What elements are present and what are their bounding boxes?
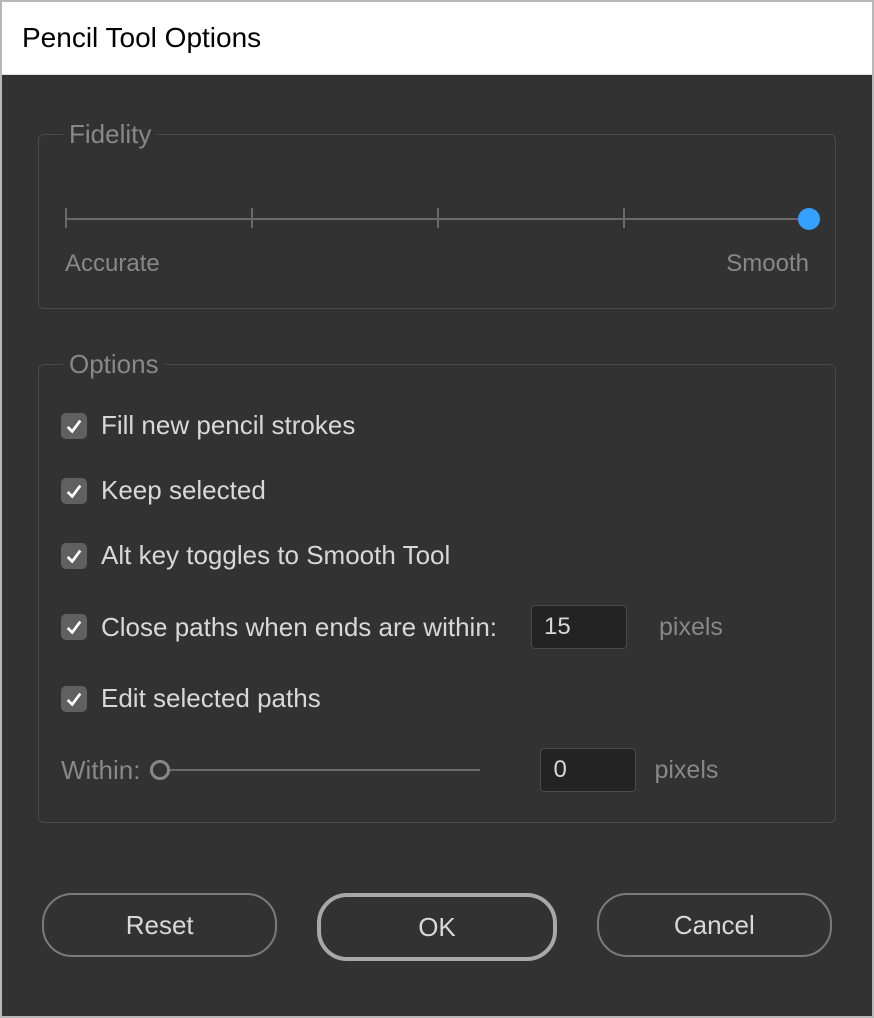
label-within: Within: — [61, 755, 140, 786]
cancel-button-label: Cancel — [674, 910, 755, 941]
check-icon — [65, 547, 83, 565]
checkbox-close-paths[interactable] — [61, 614, 87, 640]
label-edit-selected: Edit selected paths — [101, 683, 321, 714]
fidelity-group: Fidelity Accurate Smooth — [38, 119, 836, 309]
cancel-button[interactable]: Cancel — [597, 893, 832, 957]
fidelity-tick — [251, 208, 253, 228]
label-fill-strokes: Fill new pencil strokes — [101, 410, 355, 441]
ok-button[interactable]: OK — [317, 893, 556, 961]
input-within-value[interactable]: 0 — [540, 748, 636, 792]
checkbox-keep-selected[interactable] — [61, 478, 87, 504]
within-thumb[interactable] — [150, 760, 170, 780]
fidelity-legend: Fidelity — [63, 119, 157, 150]
check-icon — [65, 618, 83, 636]
check-icon — [65, 482, 83, 500]
dialog-body: Fidelity Accurate Smooth Options — [2, 75, 872, 1016]
label-keep-selected: Keep selected — [101, 475, 266, 506]
options-group: Options Fill new pencil strokes Keep sel… — [38, 349, 836, 823]
fidelity-tick — [65, 208, 67, 228]
within-slider[interactable] — [150, 760, 480, 780]
pencil-tool-options-dialog: Pencil Tool Options Fidelity Accurate Sm… — [0, 0, 874, 1018]
label-alt-smooth: Alt key toggles to Smooth Tool — [101, 540, 450, 571]
within-track-line — [160, 769, 480, 771]
unit-close-paths: pixels — [659, 613, 723, 642]
within-value-text: 0 — [553, 756, 566, 784]
fidelity-thumb[interactable] — [798, 208, 820, 230]
label-close-paths: Close paths when ends are within: — [101, 612, 497, 643]
ok-button-label: OK — [418, 912, 456, 943]
checkbox-fill-strokes[interactable] — [61, 413, 87, 439]
checkbox-alt-smooth[interactable] — [61, 543, 87, 569]
fidelity-tick — [623, 208, 625, 228]
dialog-titlebar: Pencil Tool Options — [2, 2, 872, 75]
fidelity-slider[interactable] — [65, 200, 809, 240]
close-paths-value-text: 15 — [544, 613, 571, 641]
checkbox-edit-selected[interactable] — [61, 686, 87, 712]
fidelity-label-accurate: Accurate — [65, 250, 160, 278]
check-icon — [65, 417, 83, 435]
unit-within: pixels — [654, 756, 718, 785]
fidelity-tick — [437, 208, 439, 228]
fidelity-label-smooth: Smooth — [726, 250, 809, 278]
dialog-footer: Reset OK Cancel — [38, 863, 836, 961]
dialog-title: Pencil Tool Options — [22, 22, 261, 54]
options-legend: Options — [63, 349, 165, 380]
reset-button[interactable]: Reset — [42, 893, 277, 957]
check-icon — [65, 690, 83, 708]
input-close-paths-value[interactable]: 15 — [531, 605, 627, 649]
reset-button-label: Reset — [126, 910, 194, 941]
